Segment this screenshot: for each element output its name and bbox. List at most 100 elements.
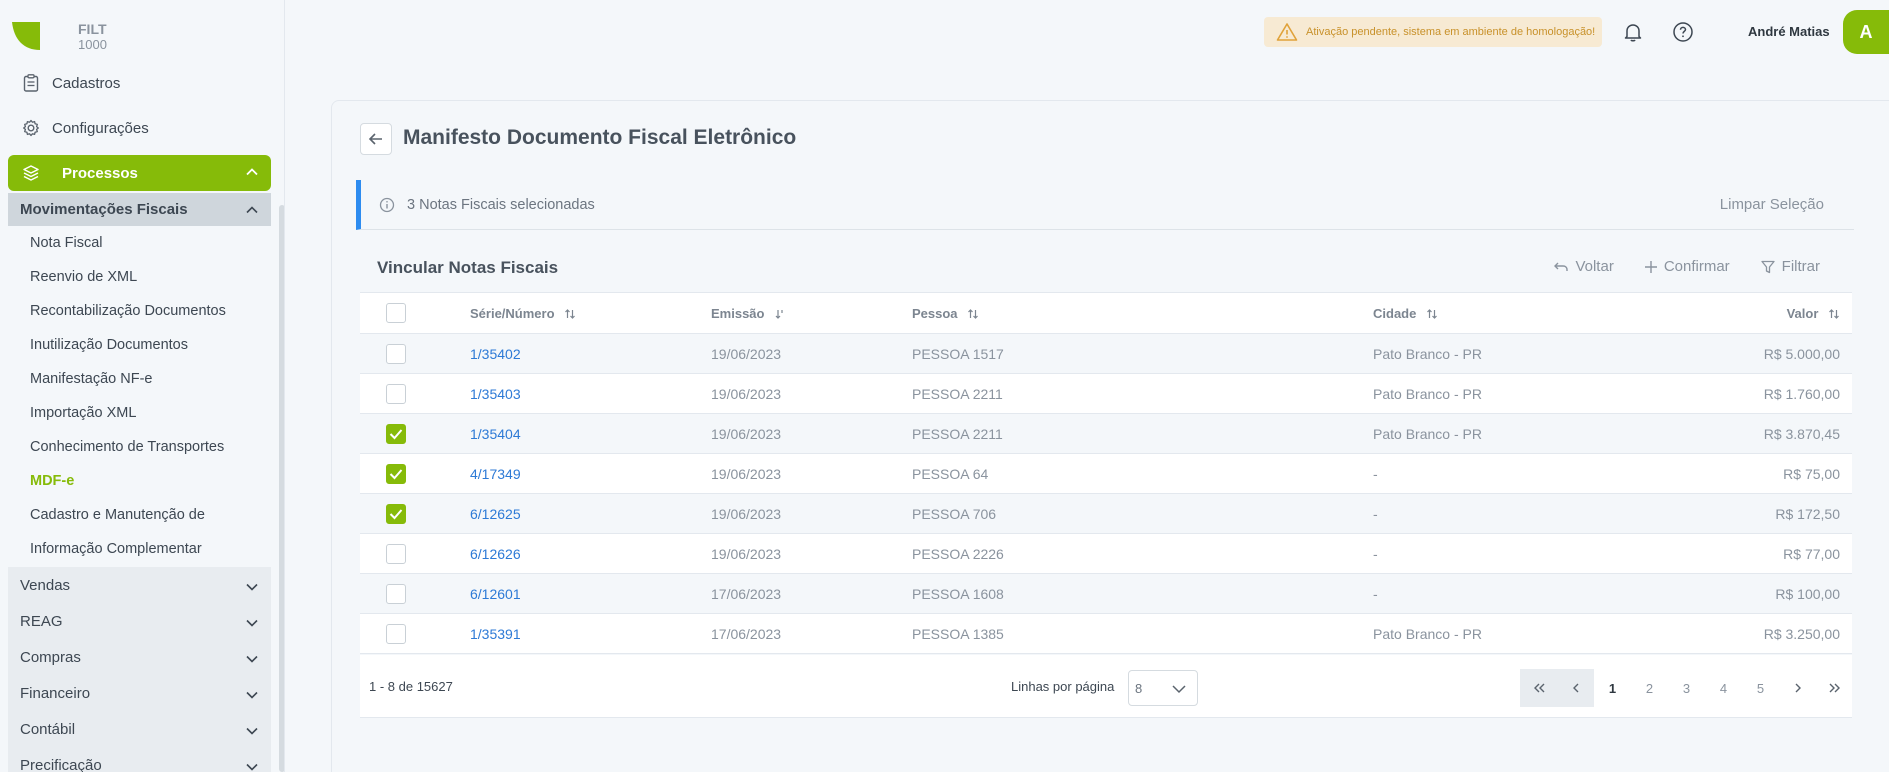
sidebar-scrollbar[interactable] xyxy=(279,205,284,772)
info-icon xyxy=(379,197,395,213)
cell-pessoa: PESSOA 1385 xyxy=(912,613,1373,654)
cell-serie[interactable]: 6/12601 xyxy=(470,573,711,614)
header-pessoa[interactable]: Pessoa xyxy=(912,292,1373,334)
table-row[interactable]: 6/12601 17/06/2023 PESSOA 1608- R$ 100,00 xyxy=(360,573,1852,614)
confirmar-button[interactable]: Confirmar xyxy=(1644,258,1730,275)
submenu-item-inutilizacao[interactable]: Inutilização Documentos xyxy=(8,328,271,362)
rows-per-page-select[interactable]: 8 xyxy=(1128,670,1198,706)
cell-serie[interactable]: 1/35402 xyxy=(470,333,711,374)
brand-name: FILT xyxy=(78,21,107,37)
submenu-item-manifestacao-nfe[interactable]: Manifestação NF-e xyxy=(8,362,271,396)
cell-emissao: 19/06/2023 xyxy=(711,493,912,534)
chevron-right-icon xyxy=(1795,683,1801,693)
gear-icon xyxy=(20,117,42,139)
row-checkbox[interactable] xyxy=(386,383,406,404)
table-row[interactable]: 6/12625 19/06/2023 PESSOA 706- R$ 172,50 xyxy=(360,493,1852,534)
table-footer: 1 - 8 de 15627 Linhas por página 8 1 2 3… xyxy=(360,655,1852,718)
table-row[interactable]: 6/12626 19/06/2023 PESSOA 2226- R$ 77,00 xyxy=(360,533,1852,574)
pagination: 1 2 3 4 5 xyxy=(1520,669,1853,707)
header-valor[interactable]: Valor xyxy=(1683,292,1852,334)
chevron-down-icon xyxy=(246,763,258,771)
prev-page-button[interactable] xyxy=(1557,669,1594,707)
row-select-cell xyxy=(360,493,470,534)
filtrar-label: Filtrar xyxy=(1781,258,1820,275)
invoices-table: Série/Número Emissão Pessoa Cidade Valor xyxy=(360,292,1852,654)
table-row[interactable]: 4/17349 19/06/2023 PESSOA 64- R$ 75,00 xyxy=(360,453,1852,494)
page-title: Manifesto Documento Fiscal Eletrônico xyxy=(403,126,797,149)
back-button[interactable] xyxy=(360,123,392,155)
help-icon xyxy=(1673,22,1693,42)
table-row[interactable]: 1/35402 19/06/2023 PESSOA 1517 Pato Branco … xyxy=(360,333,1852,374)
cell-valor: R$ 3.870,45 xyxy=(1683,413,1852,454)
submenu-item-reenvio-xml[interactable]: Reenvio de XML xyxy=(8,260,271,294)
submenu-item-cadastro-manutencao[interactable]: Cadastro e Manutenção de xyxy=(8,498,271,532)
clear-selection-button[interactable]: Limpar Seleção xyxy=(1720,196,1824,213)
header-cidade[interactable]: Cidade xyxy=(1373,292,1683,334)
sidebar-group-precificacao[interactable]: Precificação xyxy=(8,747,271,772)
submenu-item-nota-fiscal[interactable]: Nota Fiscal xyxy=(8,226,271,260)
header-valor-label: Valor xyxy=(1786,305,1819,321)
sidebar-group-reag[interactable]: REAG xyxy=(8,603,271,639)
page-5-button[interactable]: 5 xyxy=(1742,669,1779,707)
row-checkbox[interactable] xyxy=(386,423,406,444)
sidebar-group-vendas[interactable]: Vendas xyxy=(8,567,271,603)
cell-serie[interactable]: 4/17349 xyxy=(470,453,711,494)
chevron-up-icon xyxy=(246,168,258,176)
submenu-item-mdfe[interactable]: MDF-e xyxy=(8,464,271,498)
cell-serie[interactable]: 6/12625 xyxy=(470,493,711,534)
submenu-header-movimentacoes[interactable]: Movimentações Fiscais xyxy=(8,193,271,226)
sidebar: FILT 1000 Cadastros Configurações Proces… xyxy=(0,0,285,772)
page-4-button[interactable]: 4 xyxy=(1705,669,1742,707)
cell-serie[interactable]: 1/35404 xyxy=(470,413,711,454)
submenu-header-label: Movimentações Fiscais xyxy=(20,201,188,218)
confirmar-label: Confirmar xyxy=(1663,258,1730,275)
row-select-cell xyxy=(360,413,470,454)
row-checkbox[interactable] xyxy=(386,503,406,524)
sidebar-group-label: Vendas xyxy=(20,576,71,594)
notifications-button[interactable] xyxy=(1622,21,1644,47)
cell-cidade: - xyxy=(1373,533,1683,574)
header-emissao[interactable]: Emissão xyxy=(711,292,912,334)
sidebar-group-contabil[interactable]: Contábil xyxy=(8,711,271,747)
row-checkbox[interactable] xyxy=(386,463,406,484)
sidebar-item-configuracoes[interactable]: Configurações xyxy=(20,113,270,143)
sidebar-item-processos[interactable]: Processos xyxy=(8,155,271,191)
cell-serie[interactable]: 1/35403 xyxy=(470,373,711,414)
next-page-button[interactable] xyxy=(1779,669,1816,707)
first-page-button[interactable] xyxy=(1520,669,1557,707)
cell-serie[interactable]: 1/35391 xyxy=(470,613,711,654)
cell-cidade: Pato Branco - PR xyxy=(1373,613,1683,654)
table-row[interactable]: 1/35391 17/06/2023 PESSOA 1385 Pato Branco … xyxy=(360,613,1852,654)
last-page-button[interactable] xyxy=(1816,669,1853,707)
row-checkbox[interactable] xyxy=(386,583,406,604)
voltar-label: Voltar xyxy=(1575,258,1614,275)
cell-serie[interactable]: 6/12626 xyxy=(470,533,711,574)
submenu-item-informacao-complementar[interactable]: Informação Complementar xyxy=(8,532,271,566)
row-select-cell xyxy=(360,533,470,574)
user-name[interactable]: André Matias xyxy=(1748,24,1830,39)
sidebar-item-cadastros[interactable]: Cadastros xyxy=(20,68,270,98)
submenu-item-conhecimento-transportes[interactable]: Conhecimento de Transportes xyxy=(8,430,271,464)
page-3-button[interactable]: 3 xyxy=(1668,669,1705,707)
page-1-button[interactable]: 1 xyxy=(1594,669,1631,707)
table-row[interactable]: 1/35403 19/06/2023 PESSOA 2211 Pato Branco … xyxy=(360,373,1852,414)
filtrar-button[interactable]: Filtrar xyxy=(1760,258,1820,275)
sidebar-group-label: REAG xyxy=(20,612,63,630)
selection-count: 3 Notas Fiscais selecionadas xyxy=(407,196,595,213)
row-checkbox[interactable] xyxy=(386,343,406,364)
page-2-button[interactable]: 2 xyxy=(1631,669,1668,707)
sidebar-group-compras[interactable]: Compras xyxy=(8,639,271,675)
table-row[interactable]: 1/35404 19/06/2023 PESSOA 2211 Pato Branco … xyxy=(360,413,1852,454)
row-checkbox[interactable] xyxy=(386,623,406,644)
header-serie[interactable]: Série/Número xyxy=(470,292,711,334)
chevron-down-icon xyxy=(246,727,258,735)
select-all-checkbox[interactable] xyxy=(386,303,406,323)
help-button[interactable] xyxy=(1672,21,1694,47)
avatar[interactable]: A xyxy=(1843,10,1889,54)
row-checkbox[interactable] xyxy=(386,543,406,564)
sidebar-group-financeiro[interactable]: Financeiro xyxy=(8,675,271,711)
submenu-item-importacao-xml[interactable]: Importação XML xyxy=(8,396,271,430)
voltar-button[interactable]: Voltar xyxy=(1553,258,1614,275)
brand[interactable]: FILT 1000 xyxy=(12,20,107,52)
submenu-item-recontabilizacao[interactable]: Recontabilização Documentos xyxy=(8,294,271,328)
